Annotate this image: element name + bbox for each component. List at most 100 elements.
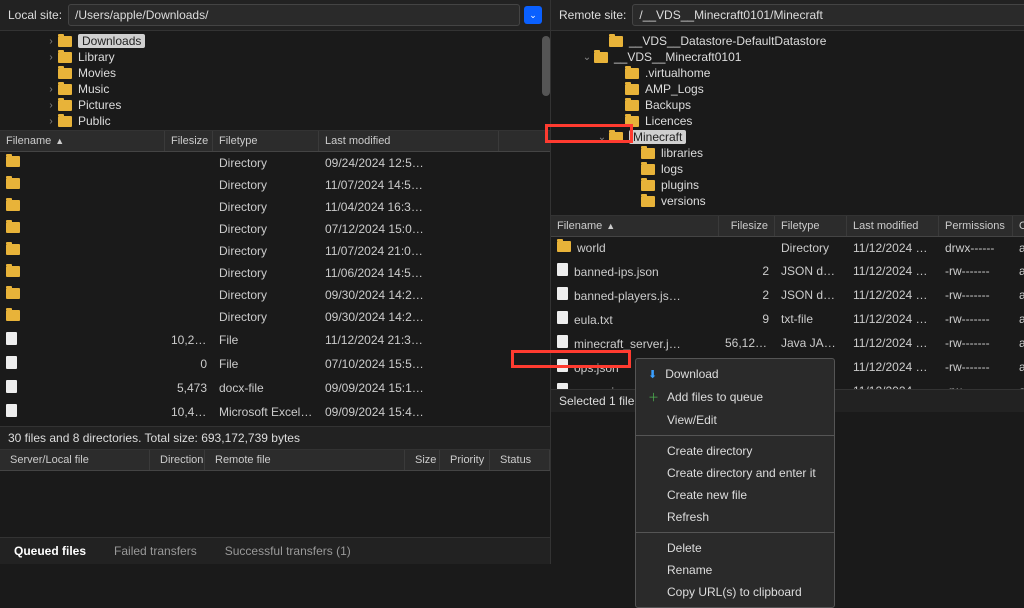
tree-label: .virtualhome xyxy=(645,66,710,80)
local-tree[interactable]: ›Downloads›LibraryMovies›Music›Pictures›… xyxy=(0,31,550,131)
col-owner-group[interactable]: Owner/Group xyxy=(1013,216,1024,236)
file-row[interactable]: Directory 07/12/2024 15:0… xyxy=(0,218,550,240)
tree-row[interactable]: ›Music xyxy=(0,81,550,97)
tree-row[interactable]: Licences xyxy=(551,113,1024,129)
file-row[interactable]: world Directory 11/12/2024 2… drwx------… xyxy=(551,237,1024,259)
folder-icon xyxy=(6,156,20,167)
tree-row[interactable]: ›Library xyxy=(0,49,550,65)
queue-col-priority[interactable]: Priority xyxy=(440,450,490,470)
scrollbar-thumb[interactable] xyxy=(542,36,550,96)
menu-refresh[interactable]: Refresh xyxy=(636,506,834,528)
menu-create-file[interactable]: Create new file xyxy=(636,484,834,506)
tree-row[interactable]: logs xyxy=(551,161,1024,177)
menu-create-directory[interactable]: Create directory xyxy=(636,440,834,462)
tab-queued-files[interactable]: Queued files xyxy=(0,538,100,564)
file-icon xyxy=(557,287,568,300)
col-filetype[interactable]: Filetype xyxy=(213,131,319,151)
remote-tree[interactable]: __VDS__Datastore-DefaultDatastore⌄__VDS_… xyxy=(551,31,1024,216)
file-icon xyxy=(6,356,17,369)
file-row[interactable]: Directory 11/06/2024 14:5… xyxy=(0,262,550,284)
col-filename[interactable]: Filename▲ xyxy=(551,216,719,236)
file-row[interactable]: Directory 11/07/2024 21:0… xyxy=(0,240,550,262)
tree-label: logs xyxy=(661,162,683,176)
col-last-modified[interactable]: Last modified xyxy=(319,131,499,151)
tree-label: __VDS__Datastore-DefaultDatastore xyxy=(629,34,826,48)
remote-grid-header: Filename▲ Filesize Filetype Last modifie… xyxy=(551,216,1024,237)
menu-view-edit[interactable]: View/Edit xyxy=(636,409,834,431)
tree-row[interactable]: › Downloads xyxy=(0,33,550,49)
file-row[interactable]: banned-players.js… 2 JSON doc… 11/12/202… xyxy=(551,283,1024,307)
queue-col-direction[interactable]: Direction xyxy=(150,450,205,470)
queue-col-remote[interactable]: Remote file xyxy=(205,450,405,470)
file-row[interactable]: Directory 11/04/2024 16:3… xyxy=(0,196,550,218)
tab-failed-transfers[interactable]: Failed transfers xyxy=(100,538,211,564)
chevron-icon[interactable]: ⌄ xyxy=(580,52,594,63)
tree-label: Movies xyxy=(78,66,116,80)
tree-row[interactable]: versions xyxy=(551,193,1024,209)
chevron-icon[interactable]: › xyxy=(44,100,58,111)
folder-icon xyxy=(6,266,20,277)
menu-add-to-queue[interactable]: ＋Add files to queue xyxy=(636,385,834,409)
file-row[interactable]: 10,429 Microsoft Excel … 09/09/2024 15:4… xyxy=(0,400,550,424)
file-row[interactable]: eula.txt 9 txt-file 11/12/2024 2… -rw---… xyxy=(551,307,1024,331)
file-row[interactable]: 5,473 docx-file 09/09/2024 15:1… xyxy=(0,376,550,400)
folder-icon xyxy=(609,36,623,47)
file-row[interactable]: 10,244 File 11/12/2024 21:3… xyxy=(0,328,550,352)
menu-delete[interactable]: Delete xyxy=(636,537,834,559)
menu-create-directory-enter[interactable]: Create directory and enter it xyxy=(636,462,834,484)
file-row[interactable]: Directory 09/30/2024 14:2… xyxy=(0,306,550,328)
tree-row[interactable]: ⌄__VDS__Minecraft0101 xyxy=(551,49,1024,65)
tree-row[interactable]: libraries xyxy=(551,145,1024,161)
chevron-icon[interactable]: › xyxy=(44,116,58,127)
chevron-icon[interactable]: › xyxy=(44,52,58,63)
file-icon xyxy=(6,332,17,345)
folder-icon xyxy=(625,116,639,127)
folder-icon xyxy=(625,68,639,79)
queue-col-server[interactable]: Server/Local file xyxy=(0,450,150,470)
col-last-modified[interactable]: Last modified xyxy=(847,216,939,236)
folder-icon xyxy=(6,222,20,233)
col-filename[interactable]: Filename▲ xyxy=(0,131,165,151)
tree-label: libraries xyxy=(661,146,703,160)
tab-successful-transfers[interactable]: Successful transfers (1) xyxy=(211,538,365,564)
local-path-dropdown[interactable]: ⌄ xyxy=(524,6,542,24)
menu-download[interactable]: ⬇Download xyxy=(636,363,834,385)
file-row[interactable]: Directory 11/07/2024 14:5… xyxy=(0,174,550,196)
folder-icon xyxy=(641,148,655,159)
remote-path-input[interactable]: /__VDS__Minecraft0101/Minecraft xyxy=(632,4,1024,26)
folder-icon xyxy=(58,100,72,111)
menu-copy-url[interactable]: Copy URL(s) to clipboard xyxy=(636,581,834,603)
file-row[interactable]: Directory 09/24/2024 12:5… xyxy=(0,152,550,174)
tree-row[interactable]: Backups xyxy=(551,97,1024,113)
queue-body[interactable] xyxy=(0,471,550,537)
col-filetype[interactable]: Filetype xyxy=(775,216,847,236)
tree-row[interactable]: ⌄Minecraft xyxy=(551,129,1024,145)
tree-label: Downloads xyxy=(78,34,145,48)
tree-row[interactable]: plugins xyxy=(551,177,1024,193)
chevron-icon[interactable]: › xyxy=(44,36,58,47)
tree-row[interactable]: ›Public xyxy=(0,113,550,129)
queue-col-size[interactable]: Size xyxy=(405,450,440,470)
tree-row[interactable]: › Pictures xyxy=(0,97,550,113)
chevron-icon[interactable]: ⌄ xyxy=(595,132,609,143)
tree-row[interactable]: Movies xyxy=(0,65,550,81)
col-filesize[interactable]: Filesize xyxy=(719,216,775,236)
file-row[interactable]: 0 File 07/10/2024 15:5… xyxy=(0,352,550,376)
tree-label: Pictures xyxy=(78,98,121,112)
file-row[interactable]: Directory 09/30/2024 14:2… xyxy=(0,284,550,306)
tree-row[interactable]: AMP_Logs xyxy=(551,81,1024,97)
menu-rename[interactable]: Rename xyxy=(636,559,834,581)
tree-row[interactable]: .virtualhome xyxy=(551,65,1024,81)
local-path-input[interactable]: /Users/apple/Downloads/ xyxy=(68,4,520,26)
queue-col-status[interactable]: Status xyxy=(490,450,550,470)
file-row[interactable]: banned-ips.json 2 JSON doc… 11/12/2024 2… xyxy=(551,259,1024,283)
tree-row[interactable]: __VDS__Datastore-DefaultDatastore xyxy=(551,33,1024,49)
chevron-icon[interactable]: › xyxy=(44,84,58,95)
col-filesize[interactable]: Filesize xyxy=(165,131,213,151)
col-permissions[interactable]: Permissions xyxy=(939,216,1013,236)
tree-label: Licences xyxy=(645,114,692,128)
local-file-grid[interactable]: Directory 09/24/2024 12:5… Directory 11/… xyxy=(0,152,550,426)
folder-icon xyxy=(641,180,655,191)
file-row[interactable]: minecraft_server.j… 56,122,0… Java JAR …… xyxy=(551,331,1024,355)
file-row[interactable]: 20,275 docx-file 10/16/2024 01:2… xyxy=(0,424,550,426)
